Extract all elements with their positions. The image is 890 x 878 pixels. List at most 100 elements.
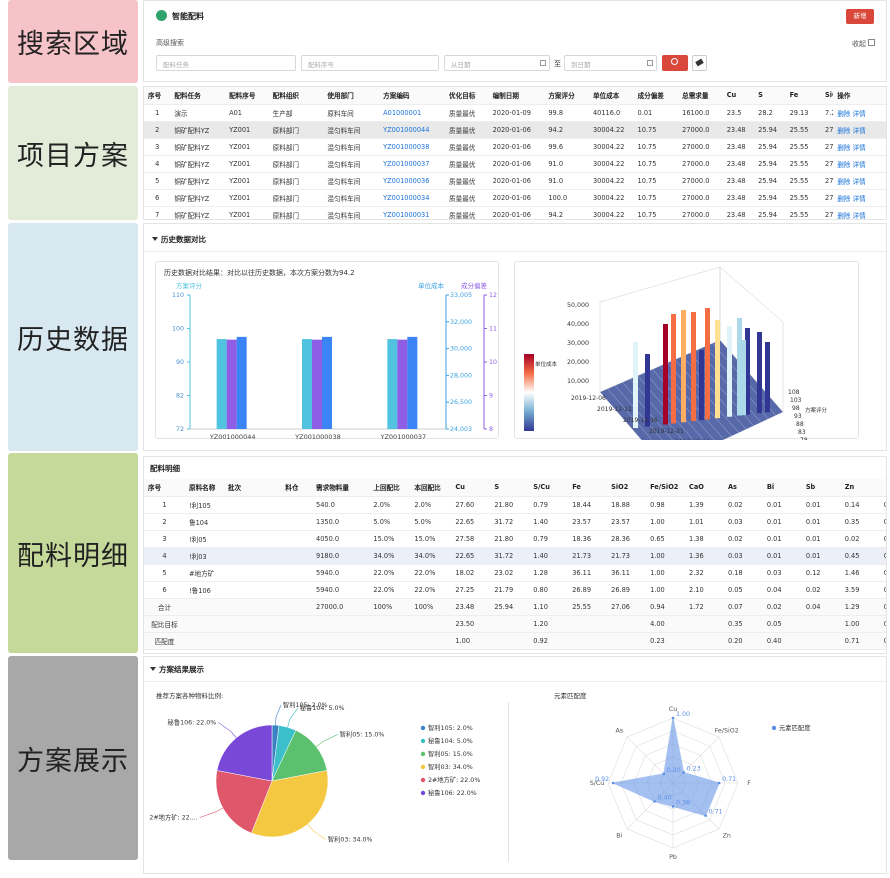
bar3d[interactable] — [741, 340, 746, 416]
table-row[interactable]: 4 !利03 9180.0 34.0% 34.0% 22.65 31.72 1.40 21.73… — [144, 547, 886, 565]
delete-link[interactable]: 删除 — [837, 127, 850, 135]
bar[interactable] — [397, 339, 408, 429]
y-tick-label: 93 — [794, 413, 802, 420]
legend-label[interactable]: 智利105: 2.0% — [428, 723, 473, 732]
bar3d[interactable] — [681, 310, 686, 423]
bar3d[interactable] — [715, 320, 720, 419]
radar-value-label: 0.71 — [709, 809, 723, 816]
bar[interactable] — [322, 336, 332, 429]
bar[interactable] — [216, 339, 227, 429]
table-cell — [184, 598, 224, 616]
bar3d[interactable] — [663, 324, 668, 425]
table-cell: 0.05 — [723, 581, 763, 599]
date-to-input[interactable]: 到日期 — [564, 55, 657, 71]
detail-link[interactable]: 详情 — [852, 195, 865, 203]
table-cell: 铜矿配料YZ — [170, 189, 226, 207]
radar-point[interactable] — [653, 800, 656, 803]
bar[interactable] — [302, 339, 312, 429]
legend-label[interactable]: 2#地方矿: 22.0% — [428, 775, 480, 784]
table-row[interactable]: 4 铜矿配料YZ YZ001 原料部门 混匀料车间 YZ001000037 质量最优 2020… — [144, 155, 886, 173]
expand-arrow-icon[interactable] — [152, 237, 158, 241]
table-cell[interactable]: YZ001000031 — [379, 206, 446, 219]
table-cell[interactable]: YZ001000034 — [379, 189, 446, 207]
table-cell[interactable]: A01000001 — [379, 104, 446, 122]
radar-point[interactable] — [682, 771, 685, 774]
legend-label[interactable]: 秘鲁106: 22.0% — [428, 788, 477, 797]
date-from-input[interactable]: 从日期 — [444, 55, 550, 71]
legend-label[interactable]: 智利05: 15.0% — [428, 749, 473, 758]
table-cell — [223, 513, 282, 531]
pie-label: 2#地方矿: 22.... — [149, 813, 197, 822]
table-row[interactable]: 5 铜矿配料YZ YZ001 原料部门 混匀料车间 YZ001000036 质量最优 2020… — [144, 172, 886, 190]
collapse-icon[interactable] — [868, 39, 875, 46]
table-row[interactable]: 6 !鲁106 5940.0 22.0% 22.0% 27.25 21.79 0.80 26.8… — [144, 581, 886, 599]
radar-point[interactable] — [671, 716, 675, 720]
delete-link[interactable]: 删除 — [837, 161, 850, 169]
bar3d[interactable] — [671, 314, 676, 424]
detail-column-header: As — [723, 479, 763, 497]
table-cell: 0 — [879, 496, 886, 514]
table-cell: 0.02 — [723, 496, 763, 514]
collapse-button[interactable]: 收起 — [852, 39, 866, 49]
table-cell: 1.00 — [840, 615, 880, 633]
bar3d[interactable] — [699, 350, 704, 421]
delete-link[interactable]: 删除 — [837, 110, 850, 118]
detail-link[interactable]: 详情 — [852, 161, 865, 169]
legend-label[interactable]: 智利03: 34.0% — [428, 762, 473, 771]
table-row[interactable]: 7 铜矿配料YZ YZ001 原料部门 混匀料车间 YZ001000031 质量最优 2020… — [144, 206, 886, 220]
bar3d[interactable] — [691, 312, 696, 422]
legend-label[interactable]: 元素匹配度 — [779, 723, 811, 732]
history-3d-card: 单位成本 50,000 40,000 30,000 20,000 10,000 2019-1… — [514, 261, 859, 450]
search-icon — [671, 58, 678, 65]
delete-link[interactable]: 删除 — [837, 178, 850, 186]
expand-arrow-icon[interactable] — [150, 667, 156, 671]
table-cell[interactable]: YZ001000036 — [379, 172, 446, 190]
delete-link[interactable]: 删除 — [837, 212, 850, 220]
table-row[interactable]: 3 !利05 4050.0 15.0% 15.0% 27.58 21.80 0.79 18.36… — [144, 530, 886, 548]
delete-link[interactable]: 删除 — [837, 144, 850, 152]
bar3d[interactable] — [727, 326, 732, 417]
radar-point[interactable] — [704, 814, 707, 817]
detail-link[interactable]: 详情 — [852, 110, 865, 118]
table-cell: 1.39 — [685, 496, 724, 514]
bar[interactable] — [387, 339, 398, 429]
radar-point[interactable] — [662, 772, 666, 776]
delete-link[interactable]: 删除 — [837, 195, 850, 203]
detail-link[interactable]: 详情 — [852, 212, 865, 220]
bar3d[interactable] — [645, 354, 650, 427]
bar[interactable] — [312, 339, 322, 429]
bar[interactable] — [407, 336, 418, 429]
detail-link[interactable]: 详情 — [852, 127, 865, 135]
table-row[interactable]: 3 铜矿配料YZ YZ001 原料部门 混匀料车间 YZ001000038 质量最优 2020… — [144, 138, 886, 156]
detail-link[interactable]: 详情 — [852, 144, 865, 152]
bar[interactable] — [236, 336, 247, 429]
table-row[interactable]: 5 #地方矿 5940.0 22.0% 22.0% 18.02 23.02 1.28 36.11… — [144, 564, 886, 582]
table-row[interactable]: 1 演示 A01 生产部 原料车间 A01000001 质量最优 2020-01-09 99.8… — [144, 104, 886, 122]
bar[interactable] — [226, 339, 237, 429]
detail-link[interactable]: 详情 — [852, 178, 865, 186]
seq-search-input[interactable]: 配料序号 — [301, 55, 439, 71]
table-cell: 30004.22 — [588, 138, 634, 156]
side-label-showcase: 方案展示 — [8, 656, 138, 860]
task-search-input[interactable]: 配料任务 — [156, 55, 296, 71]
table-cell[interactable]: YZ001000037 — [379, 155, 446, 173]
table-cell[interactable]: YZ001000038 — [379, 138, 446, 156]
legend-label[interactable]: 秘鲁104: 5.0% — [428, 736, 473, 745]
table-cell: 10.75 — [633, 155, 679, 173]
table-row[interactable]: 1 !利105 540.0 2.0% 2.0% 27.60 21.80 0.79 18.44 18… — [144, 496, 886, 514]
radar-point[interactable] — [611, 781, 615, 785]
table-cell[interactable]: YZ001000044 — [379, 121, 446, 139]
bar3d[interactable] — [757, 332, 762, 414]
table-row[interactable]: 6 铜矿配料YZ YZ001 原料部门 混匀料车间 YZ001000034 质量最优 2020… — [144, 189, 886, 207]
new-button[interactable]: 新增 — [846, 9, 874, 24]
radar-point[interactable] — [671, 805, 675, 808]
bar3d[interactable] — [705, 308, 710, 420]
bar3d[interactable] — [765, 342, 770, 413]
table-row[interactable]: 2 铜矿配料YZ YZ001 原料部门 混匀料车间 YZ001000044 质量最优 2020… — [144, 121, 886, 139]
table-cell: 2020-01-06 — [488, 172, 545, 190]
radar-chart: 元素匹配度元素匹配度CuFe/SiO2FZnPbBiS/CuAs1.000.23… — [554, 691, 811, 861]
table-cell: 40116.0 — [588, 104, 634, 122]
radar-point[interactable] — [717, 781, 721, 785]
table-row[interactable]: 2 鲁104 1350.0 5.0% 5.0% 22.65 31.72 1.40 23.57 23… — [144, 513, 886, 531]
bar3d[interactable] — [633, 342, 638, 429]
